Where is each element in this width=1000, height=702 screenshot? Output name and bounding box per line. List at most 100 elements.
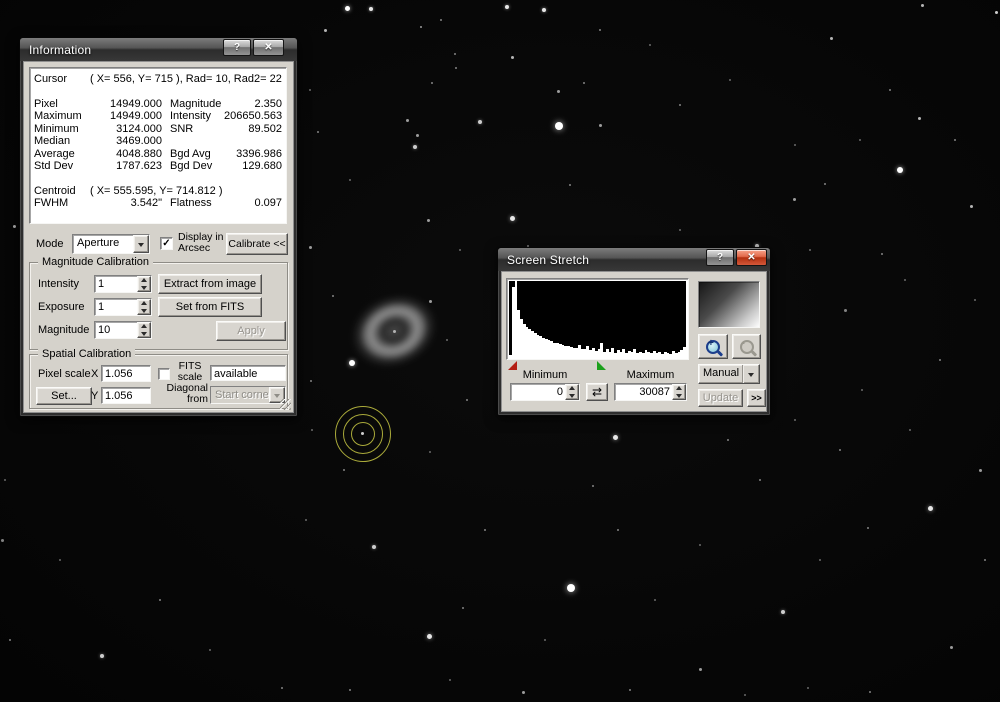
star bbox=[598, 123, 602, 127]
star bbox=[305, 519, 307, 521]
gradient-preview bbox=[698, 281, 760, 328]
star bbox=[927, 505, 933, 511]
star bbox=[679, 104, 681, 106]
pixel-scale-x-field[interactable]: 1.056 bbox=[101, 365, 151, 382]
apply-button[interactable]: Apply bbox=[216, 321, 286, 341]
centroid-label: Centroid bbox=[34, 184, 76, 197]
maximum-spinner[interactable] bbox=[672, 384, 686, 400]
star bbox=[759, 479, 761, 481]
stat-row: Pixel 14949.000 Magnitude 2.350 bbox=[34, 97, 282, 110]
star bbox=[349, 360, 355, 366]
intensity-spinner[interactable] bbox=[137, 276, 151, 292]
star bbox=[612, 434, 618, 440]
expand-button[interactable]: >> bbox=[747, 389, 766, 407]
zoom-out-button[interactable]: - bbox=[732, 334, 761, 359]
star bbox=[861, 389, 863, 391]
maximum-field[interactable]: 30087 bbox=[614, 383, 687, 401]
star bbox=[431, 82, 433, 84]
check-icon: ✓ bbox=[162, 238, 171, 249]
star bbox=[349, 689, 351, 691]
star bbox=[889, 89, 891, 91]
close-icon[interactable]: ✕ bbox=[736, 249, 767, 266]
zoom-in-button[interactable]: + bbox=[698, 334, 728, 359]
histogram-plot bbox=[509, 281, 686, 357]
star bbox=[484, 529, 486, 531]
star bbox=[617, 529, 619, 531]
zoom-in-icon: + bbox=[706, 338, 720, 354]
magnitude-spinner[interactable] bbox=[137, 322, 151, 338]
star bbox=[12, 224, 16, 228]
magnitude-calibration-title: Magnitude Calibration bbox=[38, 256, 154, 268]
star bbox=[446, 339, 448, 341]
exposure-label: Exposure bbox=[38, 301, 85, 313]
mode-dropdown[interactable]: Aperture bbox=[72, 234, 150, 254]
resize-grip[interactable] bbox=[280, 399, 291, 410]
swap-icon[interactable]: ⇄ bbox=[586, 383, 608, 401]
star bbox=[654, 599, 656, 601]
star bbox=[420, 26, 422, 28]
star bbox=[920, 3, 924, 7]
stat-row: Average 4048.880 Bgd Avg 3396.986 bbox=[34, 147, 282, 160]
fits-scale-available-box: available bbox=[210, 365, 286, 381]
star bbox=[897, 167, 903, 173]
set-from-fits-button[interactable]: Set from FITS bbox=[158, 297, 262, 317]
stretch-mode-dropdown[interactable]: Manual bbox=[698, 364, 760, 384]
intensity-field[interactable]: 1 bbox=[94, 275, 152, 293]
help-button[interactable]: ? bbox=[223, 39, 251, 56]
star bbox=[428, 299, 432, 303]
start-corner-dropdown[interactable]: Start corner bbox=[210, 386, 286, 404]
star bbox=[9, 639, 11, 641]
star bbox=[462, 607, 464, 609]
close-icon[interactable]: ✕ bbox=[253, 39, 284, 56]
stat-row: Minimum 3124.000 SNR 89.502 bbox=[34, 122, 282, 135]
star bbox=[308, 245, 312, 249]
star bbox=[583, 82, 585, 84]
star bbox=[729, 79, 731, 81]
mode-label: Mode bbox=[36, 238, 64, 250]
intensity-label: Intensity bbox=[38, 278, 79, 290]
star bbox=[869, 691, 871, 693]
exposure-spinner[interactable] bbox=[137, 299, 151, 315]
star bbox=[159, 599, 161, 601]
minimum-label: Minimum bbox=[522, 369, 568, 381]
fits-scale-checkbox[interactable] bbox=[158, 368, 170, 380]
star bbox=[567, 584, 575, 592]
star bbox=[349, 179, 351, 181]
minimum-spinner[interactable] bbox=[565, 384, 579, 400]
star bbox=[629, 689, 631, 691]
calibrate-button[interactable]: Calibrate << bbox=[226, 233, 288, 255]
star bbox=[974, 299, 976, 301]
star bbox=[599, 29, 601, 31]
set-button[interactable]: Set... bbox=[36, 387, 92, 405]
display-in-arcsec-checkbox[interactable]: ✓ bbox=[160, 237, 173, 250]
star bbox=[994, 10, 998, 14]
chevron-down-icon[interactable] bbox=[133, 235, 149, 253]
star bbox=[369, 7, 373, 11]
y-label: Y bbox=[91, 390, 99, 402]
update-button[interactable]: Update bbox=[698, 389, 743, 407]
star bbox=[440, 19, 442, 21]
star bbox=[727, 439, 729, 441]
chevron-down-icon[interactable] bbox=[742, 365, 759, 383]
star bbox=[881, 253, 883, 255]
star bbox=[792, 197, 796, 201]
fwhm-label: FWHM bbox=[34, 197, 69, 209]
extract-from-image-button[interactable]: Extract from image bbox=[158, 274, 262, 294]
star bbox=[569, 184, 571, 186]
star bbox=[317, 131, 319, 133]
maximum-marker[interactable] bbox=[596, 361, 606, 370]
exposure-field[interactable]: 1 bbox=[94, 298, 152, 316]
star bbox=[309, 89, 311, 91]
minimum-field[interactable]: 0 bbox=[510, 383, 580, 401]
pixel-scale-y-field[interactable]: 1.056 bbox=[101, 387, 151, 404]
star bbox=[360, 431, 364, 435]
help-button[interactable]: ? bbox=[706, 249, 734, 266]
cursor-label: Cursor bbox=[34, 73, 68, 85]
star bbox=[454, 53, 456, 55]
magnitude-field[interactable]: 10 bbox=[94, 321, 152, 339]
star bbox=[281, 687, 283, 689]
nebula-central-star bbox=[393, 330, 396, 333]
star bbox=[413, 145, 417, 149]
star bbox=[426, 633, 432, 639]
screen-stretch-window: Screen Stretch ? ✕ Minimum Maximum 0 ⇄ 3… bbox=[497, 247, 771, 416]
